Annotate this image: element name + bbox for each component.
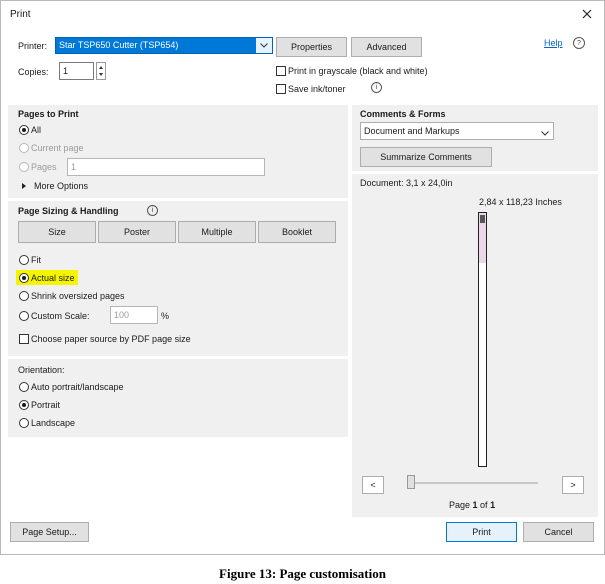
info-icon[interactable]: i — [371, 82, 382, 93]
properties-button[interactable]: Properties — [276, 37, 347, 57]
current-page-radio[interactable] — [19, 143, 29, 153]
advanced-button[interactable]: Advanced — [351, 37, 422, 57]
actual-size-radio[interactable] — [19, 273, 29, 283]
fit-label: Fit — [31, 255, 41, 265]
auto-orientation-radio[interactable] — [19, 382, 29, 392]
preview-panel — [352, 174, 598, 517]
grayscale-checkbox[interactable] — [276, 66, 286, 76]
print-button[interactable]: Print — [446, 522, 517, 542]
pages-range-input[interactable]: 1 — [67, 158, 265, 176]
tab-poster[interactable]: Poster — [98, 221, 176, 243]
all-pages-radio[interactable] — [19, 125, 29, 135]
page-sizing-heading: Page Sizing & Handling — [18, 206, 119, 216]
fit-radio[interactable] — [19, 255, 29, 265]
chevron-down-icon[interactable] — [256, 38, 272, 53]
save-ink-checkbox[interactable] — [276, 84, 286, 94]
page-size-label: 2,84 x 118,23 Inches — [479, 197, 562, 207]
triangle-right-icon[interactable] — [20, 182, 28, 190]
chevron-down-icon[interactable] — [541, 128, 549, 138]
percent-label: % — [161, 311, 170, 321]
page-preview — [478, 212, 487, 467]
prev-page-button[interactable]: < — [362, 476, 384, 494]
page-indicator: Page 1 of 1 — [449, 500, 495, 511]
portrait-label: Portrait — [31, 400, 61, 410]
page-of: of — [477, 500, 491, 510]
page-setup-button[interactable]: Page Setup... — [10, 522, 89, 542]
page-slider-track[interactable] — [412, 482, 538, 484]
figure-caption: Figure 13: Page customisation — [219, 566, 386, 581]
tab-booklet[interactable]: Booklet — [258, 221, 336, 243]
pages-range-label: Pages — [31, 162, 57, 172]
printer-select-value: Star TSP650 Cutter (TSP654) — [59, 40, 179, 50]
copies-stepper[interactable] — [96, 62, 106, 80]
document-size-label: Document: 3,1 x 24,0in — [360, 178, 453, 188]
copies-input[interactable]: 1 — [59, 62, 94, 80]
paper-source-label: Choose paper source by PDF page size — [31, 334, 191, 344]
custom-scale-input[interactable]: 100 — [110, 306, 158, 324]
printer-label: Printer: — [18, 41, 48, 51]
paper-source-checkbox[interactable] — [19, 334, 29, 344]
comments-select-value: Document and Markups — [364, 126, 460, 136]
actual-size-label: Actual size — [31, 273, 75, 283]
custom-scale-radio[interactable] — [19, 311, 29, 321]
next-page-button[interactable]: > — [562, 476, 584, 494]
tab-multiple[interactable]: Multiple — [178, 221, 256, 243]
printer-select[interactable]: Star TSP650 Cutter (TSP654) — [55, 37, 273, 54]
tab-size[interactable]: Size — [18, 221, 96, 243]
grayscale-label: Print in grayscale (black and white) — [288, 66, 428, 76]
page-slider-handle[interactable] — [407, 475, 415, 489]
shrink-label: Shrink oversized pages — [31, 291, 125, 301]
comments-select[interactable]: Document and Markups — [360, 122, 554, 140]
pages-to-print-heading: Pages to Print — [18, 109, 79, 119]
landscape-label: Landscape — [31, 418, 76, 428]
shrink-radio[interactable] — [19, 291, 29, 301]
summarize-comments-button[interactable]: Summarize Comments — [360, 147, 492, 167]
page-preview-mark — [480, 215, 485, 223]
page-prefix: Page — [449, 500, 473, 510]
help-icon[interactable]: ? — [573, 37, 585, 49]
auto-orientation-label: Auto portrait/landscape — [31, 382, 124, 392]
close-icon[interactable] — [580, 7, 594, 21]
more-options-label[interactable]: More Options — [34, 181, 88, 192]
copies-label: Copies: — [18, 67, 49, 77]
comments-forms-heading: Comments & Forms — [360, 109, 446, 119]
orientation-label: Orientation: — [18, 365, 65, 375]
page-total: 1 — [490, 500, 496, 510]
current-page-label: Current page — [31, 143, 84, 153]
custom-scale-label: Custom Scale: — [31, 311, 90, 321]
save-ink-label: Save ink/toner — [288, 84, 346, 94]
pages-range-radio[interactable] — [19, 162, 29, 172]
landscape-radio[interactable] — [19, 418, 29, 428]
all-pages-label: All — [31, 125, 42, 135]
info-icon[interactable]: i — [147, 205, 158, 216]
help-link[interactable]: Help — [544, 38, 563, 49]
window-title: Print — [10, 9, 31, 20]
portrait-radio[interactable] — [19, 400, 29, 410]
cancel-button[interactable]: Cancel — [523, 522, 594, 542]
